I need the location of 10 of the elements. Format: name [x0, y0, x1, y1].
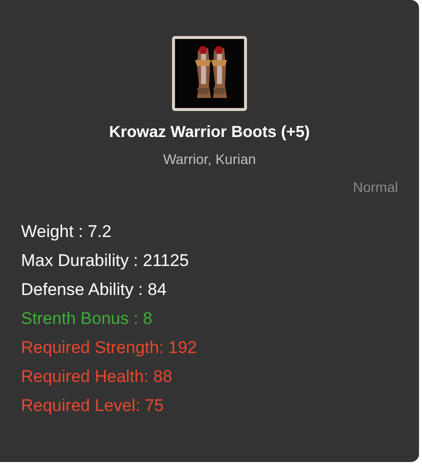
stat-line: Weight : 7.2: [21, 221, 112, 243]
stat-line: Strenth Bonus : 8: [21, 308, 154, 330]
stat-line: Required Level: 75: [21, 395, 165, 417]
stat-line: Max Durability : 21125: [21, 250, 190, 272]
item-classes: Warrior, Kurian: [162, 150, 257, 169]
stat-line: Required Health: 88: [21, 366, 174, 388]
item-grade: Normal: [352, 178, 398, 197]
stat-line: Defense Ability : 84: [21, 279, 168, 301]
stat-line: Required Strength: 192: [21, 337, 198, 359]
item-name: Krowaz Warrior Boots (+5): [108, 123, 311, 143]
